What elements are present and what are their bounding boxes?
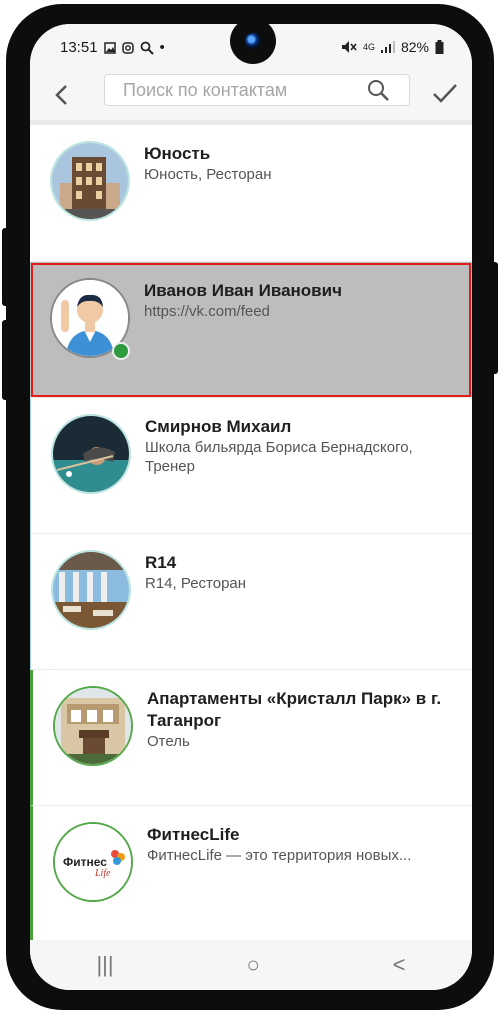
- checkmark-icon: [433, 84, 457, 103]
- contact-item[interactable]: Апартаменты «Кристалл Парк» в г. Таганро…: [30, 670, 472, 806]
- billiards-photo-icon: [53, 416, 129, 492]
- front-camera: [230, 24, 276, 64]
- battery-icon: [435, 40, 444, 54]
- home-button[interactable]: ○: [246, 952, 259, 978]
- gallery-icon: [103, 41, 116, 54]
- contact-subtitle: Школа бильярда Бориса Бернадского, Трене…: [145, 439, 413, 475]
- contact-name: R14: [145, 553, 177, 572]
- contact-name: Смирнов Михаил: [145, 417, 292, 436]
- contact-subtitle: https://vk.com/feed: [144, 303, 270, 320]
- search-box[interactable]: [104, 74, 410, 106]
- restaurant-building-icon: [52, 143, 128, 219]
- volume-button: [2, 228, 10, 306]
- clock: 13:51: [60, 39, 98, 56]
- system-nav-bar: ||| ○ <: [30, 940, 472, 990]
- volume-button: [2, 320, 10, 400]
- contact-name: Иванов Иван Иванович: [144, 281, 342, 300]
- nav-back-button[interactable]: <: [393, 952, 406, 978]
- status-right: 4G 82%: [341, 39, 444, 55]
- contact-name: ФитнесLife: [147, 825, 240, 844]
- avatar: [53, 686, 133, 766]
- contact-item[interactable]: R14 R14, Ресторан: [30, 534, 472, 670]
- status-bar: 13:51 • 4G 82%: [30, 24, 472, 72]
- instagram-icon: [121, 41, 134, 54]
- contact-item[interactable]: Смирнов Михаил Школа бильярда Бориса Бер…: [30, 398, 472, 534]
- contact-subtitle: ФитнесLife — это территория новых...: [147, 847, 412, 864]
- contact-subtitle: Юность, Ресторан: [144, 166, 272, 183]
- svg-text:Фитнес: Фитнес: [63, 855, 107, 869]
- network-type: 4G: [362, 42, 375, 52]
- search-icon[interactable]: [367, 79, 389, 101]
- avatar: Фитнес Life: [53, 822, 133, 902]
- notification-dot: •: [159, 39, 165, 56]
- avatar: [50, 141, 130, 221]
- contact-subtitle: Отель: [147, 733, 190, 750]
- fitnesslife-logo: Фитнес Life: [55, 824, 131, 900]
- battery-percent: 82%: [400, 39, 429, 55]
- restaurant-interior-icon: [53, 552, 129, 628]
- contact-item-selected[interactable]: Иванов Иван Иванович https://vk.com/feed: [30, 262, 472, 398]
- contact-item[interactable]: Юность Юность, Ресторан: [30, 125, 472, 262]
- screen: 13:51 • 4G 82% Поиск по контактам Юность…: [30, 24, 472, 990]
- search-notification-icon: [140, 41, 154, 55]
- contact-subtitle: R14, Ресторан: [145, 575, 247, 592]
- contact-name: Апартаменты «Кристалл Парк» в г. Таганро…: [147, 689, 442, 730]
- avatar: [51, 550, 131, 630]
- signal-icon: [380, 41, 395, 53]
- confirm-button[interactable]: [432, 82, 458, 109]
- chevron-left-icon: [55, 85, 67, 105]
- avatar: [51, 414, 131, 494]
- recent-apps-button[interactable]: |||: [96, 952, 113, 978]
- hotel-building-icon: [55, 688, 131, 764]
- status-left: 13:51 •: [60, 39, 165, 56]
- svg-text:Life: Life: [94, 868, 111, 879]
- search-input[interactable]: [105, 75, 375, 105]
- toolbar: [30, 72, 472, 120]
- power-button: [490, 262, 498, 374]
- contact-item[interactable]: Фитнес Life ФитнесLife ФитнесLife — это …: [30, 806, 472, 942]
- back-button[interactable]: [48, 80, 74, 110]
- mute-icon: [341, 41, 357, 53]
- online-indicator: [112, 342, 130, 360]
- contact-list: Юность Юность, Ресторан Иванов Иван Иван…: [30, 125, 472, 942]
- contact-name: Юность: [144, 144, 211, 163]
